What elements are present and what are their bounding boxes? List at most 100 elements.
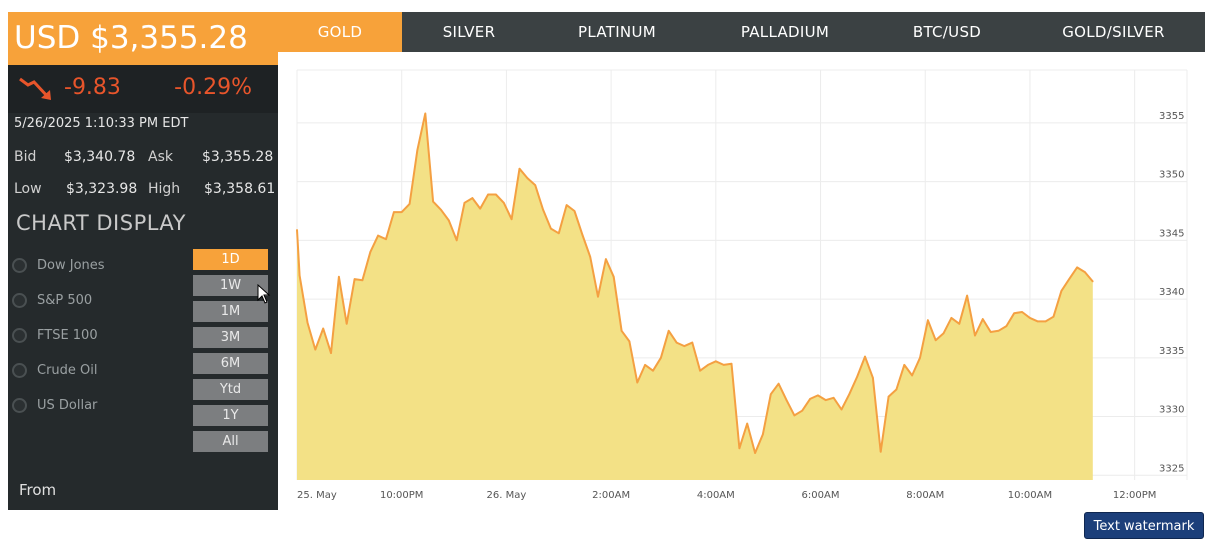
data-point bbox=[448, 219, 450, 222]
data-point bbox=[330, 352, 332, 354]
data-point bbox=[675, 341, 678, 344]
data-point bbox=[715, 360, 717, 363]
data-point bbox=[707, 364, 709, 366]
data-point bbox=[455, 239, 458, 242]
data-point bbox=[487, 193, 489, 196]
price-chart[interactable]: 3325 3330 3335 3340 3345 3350 3355 25. May 10:0… bbox=[278, 52, 1205, 510]
data-point bbox=[667, 330, 670, 332]
range-ytd-button[interactable]: Ytd bbox=[193, 379, 268, 400]
data-point bbox=[958, 323, 961, 325]
trend-down-icon bbox=[19, 77, 51, 100]
data-point bbox=[400, 211, 403, 213]
y-tick-label: 3330 bbox=[1159, 405, 1184, 416]
tab-gold-silver[interactable]: GOLD/SILVER bbox=[1022, 12, 1205, 52]
data-point bbox=[832, 397, 835, 399]
data-point bbox=[699, 369, 701, 372]
mouse-pointer-icon bbox=[257, 284, 271, 304]
overlay-label: US Dollar bbox=[37, 397, 98, 413]
text-watermark-button[interactable]: Text watermark bbox=[1084, 512, 1204, 539]
data-point bbox=[1068, 278, 1070, 280]
x-tick-label: 6:00AM bbox=[802, 490, 840, 501]
range-all-button[interactable]: All bbox=[193, 431, 268, 452]
data-point bbox=[911, 374, 913, 377]
data-point bbox=[754, 452, 756, 454]
data-point bbox=[974, 334, 976, 337]
overlay-label: S&P 500 bbox=[37, 292, 93, 308]
data-point bbox=[1013, 312, 1015, 315]
data-point bbox=[503, 202, 505, 204]
high-value: $3,358.61 bbox=[204, 181, 276, 197]
data-point bbox=[1029, 317, 1031, 319]
data-point bbox=[879, 451, 882, 453]
chart-display-title: CHART DISPLAY bbox=[16, 211, 186, 235]
range-1m-button[interactable]: 1M bbox=[193, 301, 268, 322]
data-point bbox=[345, 323, 348, 325]
data-point bbox=[424, 112, 427, 115]
data-point bbox=[660, 357, 662, 359]
x-tick-label: 10:00PM bbox=[380, 490, 423, 501]
data-point bbox=[848, 393, 851, 396]
overlay-sp500[interactable]: S&P 500 bbox=[12, 289, 92, 311]
data-point bbox=[982, 318, 984, 320]
data-point bbox=[762, 433, 764, 436]
data-point bbox=[393, 211, 395, 213]
data-point bbox=[934, 339, 937, 342]
y-tick-label: 3345 bbox=[1159, 228, 1184, 239]
x-tick-label: 12:00PM bbox=[1113, 490, 1156, 501]
radio-icon[interactable] bbox=[12, 327, 27, 343]
data-point bbox=[691, 341, 694, 344]
low-value: $3,323.98 bbox=[66, 181, 138, 197]
data-point bbox=[377, 234, 379, 237]
range-1d-button[interactable]: 1D bbox=[193, 249, 268, 270]
data-point bbox=[801, 409, 803, 412]
data-point bbox=[942, 332, 945, 335]
radio-icon[interactable] bbox=[12, 257, 27, 273]
data-point bbox=[809, 398, 811, 400]
data-point bbox=[322, 327, 324, 330]
data-point bbox=[471, 197, 474, 199]
data-point bbox=[573, 210, 576, 212]
data-point bbox=[408, 203, 411, 205]
data-point bbox=[793, 414, 796, 417]
tab-platinum[interactable]: PLATINUM bbox=[536, 12, 698, 52]
tab-btc-usd[interactable]: BTC/USD bbox=[872, 12, 1022, 52]
data-point bbox=[534, 184, 536, 186]
overlay-crude-oil[interactable]: Crude Oil bbox=[12, 359, 98, 381]
data-point bbox=[872, 377, 874, 379]
range-1y-button[interactable]: 1Y bbox=[193, 405, 268, 426]
overlay-dow-jones[interactable]: Dow Jones bbox=[12, 254, 105, 276]
tab-palladium[interactable]: PALLADIUM bbox=[698, 12, 872, 52]
from-label: From bbox=[19, 481, 57, 499]
change-absolute: -9.83 bbox=[64, 75, 121, 100]
data-point bbox=[1092, 280, 1094, 283]
change-percent: -0.29% bbox=[174, 75, 252, 100]
y-tick-label: 3340 bbox=[1159, 287, 1184, 298]
range-6m-button[interactable]: 6M bbox=[193, 353, 268, 374]
y-tick-label: 3355 bbox=[1159, 111, 1184, 122]
overlay-ftse100[interactable]: FTSE 100 bbox=[12, 324, 98, 346]
radio-icon[interactable] bbox=[12, 362, 27, 378]
data-point bbox=[652, 369, 654, 372]
data-point bbox=[432, 200, 434, 203]
x-tick-label: 10:00AM bbox=[1008, 490, 1052, 501]
radio-icon[interactable] bbox=[12, 292, 27, 308]
data-point bbox=[1044, 320, 1047, 323]
data-point bbox=[495, 193, 497, 196]
overlay-us-dollar[interactable]: US Dollar bbox=[12, 394, 97, 416]
change-row: -9.83 -0.29% bbox=[8, 65, 278, 113]
data-point bbox=[612, 276, 615, 278]
radio-icon[interactable] bbox=[12, 397, 27, 413]
tab-gold[interactable]: GOLD bbox=[278, 12, 402, 52]
x-tick-label: 8:00AM bbox=[906, 490, 944, 501]
data-point bbox=[1037, 320, 1039, 323]
data-point bbox=[605, 258, 607, 260]
overlay-label: Crude Oil bbox=[37, 362, 98, 378]
data-point bbox=[644, 364, 646, 366]
data-point bbox=[966, 294, 968, 297]
range-3m-button[interactable]: 3M bbox=[193, 327, 268, 348]
y-tick-label: 3325 bbox=[1159, 463, 1184, 474]
y-tick-label: 3335 bbox=[1159, 346, 1184, 357]
tab-silver[interactable]: SILVER bbox=[402, 12, 536, 52]
data-point bbox=[825, 399, 827, 401]
overlay-label: Dow Jones bbox=[37, 257, 105, 273]
